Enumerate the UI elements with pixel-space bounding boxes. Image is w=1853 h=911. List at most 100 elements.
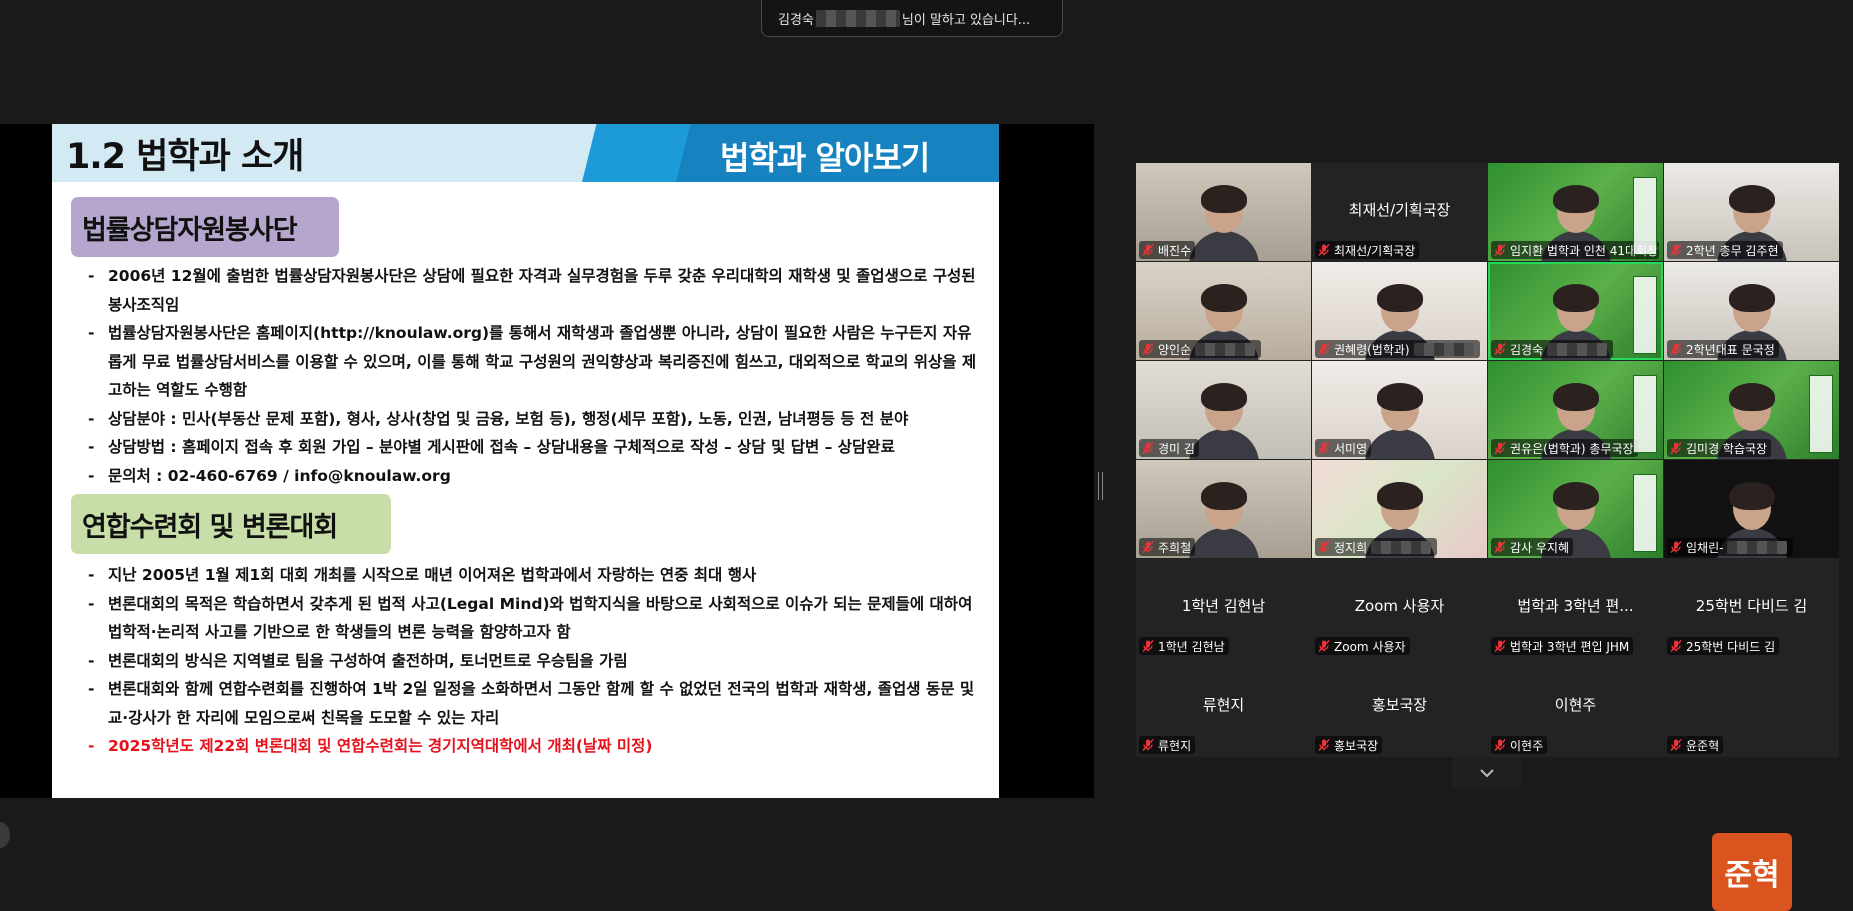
redacted-name-mask — [1413, 342, 1474, 356]
participant-name: 홍보국장 — [1334, 738, 1379, 753]
participant-tile[interactable]: 류현지 류현지 — [1136, 658, 1311, 756]
participant-tile[interactable]: 임지환 법학과 인천 41대회장 — [1488, 163, 1663, 261]
participant-name-label: 감사 우지혜 — [1491, 538, 1574, 556]
gallery-scroll-down-button[interactable] — [1452, 757, 1522, 789]
participant-tile[interactable]: 2학년대표 문국정 — [1664, 262, 1839, 360]
participant-tile[interactable]: 이현주 이현주 — [1488, 658, 1663, 756]
participant-display-name: 이현주 — [1554, 696, 1597, 714]
redacted-name-mask — [1195, 342, 1256, 356]
muted-mic-icon — [1494, 243, 1506, 257]
participant-name: 김미경 학습국장 — [1686, 441, 1768, 456]
participant-name-label: 양인순 — [1139, 340, 1262, 358]
participant-video-figure — [1361, 383, 1439, 459]
participant-name: 윤준혁 — [1686, 738, 1720, 753]
participant-tile[interactable]: 권혜령(법학과) — [1312, 262, 1487, 360]
participant-tile[interactable]: 서미영 — [1312, 361, 1487, 459]
muted-mic-icon — [1670, 441, 1682, 455]
participant-tile[interactable]: 법학과 3학년 편... 법학과 3학년 편입 JHM — [1488, 559, 1663, 657]
participant-name-label: 정지희 — [1315, 538, 1438, 556]
muted-mic-icon — [1318, 639, 1330, 653]
side-toolbar-handle[interactable] — [0, 822, 10, 848]
participant-name: 최재선/기획국장 — [1334, 243, 1416, 258]
participant-tile[interactable]: 김미경 학습국장 — [1664, 361, 1839, 459]
participant-tile[interactable]: 배진수 — [1136, 163, 1311, 261]
participant-name: 정지희 — [1334, 540, 1368, 555]
slide-header-tag: 법학과 알아보기 — [720, 139, 930, 177]
muted-mic-icon — [1494, 342, 1506, 356]
participant-name-label: 권유은(법학과) 총무국장 — [1491, 439, 1638, 457]
participant-tile[interactable]: 경미 김 — [1136, 361, 1311, 459]
participant-name: 2학년 총무 김주현 — [1686, 243, 1779, 258]
muted-mic-icon — [1670, 540, 1682, 554]
muted-mic-icon — [1670, 342, 1682, 356]
muted-mic-icon — [1142, 639, 1154, 653]
redacted-name-mask — [1727, 540, 1788, 554]
slide-header: 1.2 법학과 소개 법학과 알아보기 — [52, 124, 999, 182]
participant-tile[interactable]: 김경숙 — [1488, 262, 1663, 360]
participant-name-label: 이현주 — [1491, 736, 1548, 754]
participant-tile[interactable]: 정지희 — [1312, 460, 1487, 558]
muted-mic-icon — [1670, 639, 1682, 653]
muted-mic-icon — [1142, 243, 1154, 257]
muted-mic-icon — [1494, 441, 1506, 455]
participant-display-name: 최재선/기획국장 — [1348, 201, 1451, 219]
participant-tile[interactable]: 임채린- — [1664, 460, 1839, 558]
participant-name-label: Zoom 사용자 — [1315, 637, 1410, 655]
chevron-down-icon — [1480, 769, 1494, 778]
participant-name-label: 임지환 법학과 인천 41대회장 — [1491, 241, 1659, 259]
participant-name: 감사 우지혜 — [1510, 540, 1570, 555]
participant-name-label: 서미영 — [1315, 439, 1372, 457]
participant-tile[interactable]: 양인순 — [1136, 262, 1311, 360]
section2-bullets: - 지난 2005년 1월 제1회 대회 개최를 시작으로 매년 이어져온 법학과… — [88, 561, 978, 761]
participant-name-label: 25학번 다비드 김 — [1667, 637, 1780, 655]
participant-name: 류현지 — [1158, 738, 1192, 753]
participant-name: 임채린- — [1686, 540, 1724, 555]
participant-name: 법학과 3학년 편입 JHM — [1510, 639, 1630, 654]
section1-bullets: -2006년 12월에 출범한 법률상담자원봉사단은 상담에 필요한 자격과 실… — [88, 262, 978, 490]
participant-name: 배진수 — [1158, 243, 1192, 258]
muted-mic-icon — [1318, 243, 1330, 257]
participant-name: 권유은(법학과) 총무국장 — [1510, 441, 1634, 456]
participant-name-label: 임채린- — [1667, 538, 1794, 556]
participant-name-label: 윤준혁 — [1667, 736, 1724, 754]
splitter-handle[interactable] — [1098, 472, 1103, 500]
participant-tile[interactable]: 윤준혁 — [1664, 658, 1839, 756]
bullet-item: - 상담방법 : 홈페이지 접속 후 회원 가입 – 분야별 게시판에 접속 – … — [88, 438, 895, 456]
participant-tile[interactable]: 홍보국장 홍보국장 — [1312, 658, 1487, 756]
participant-name-label: 2학년대표 문국정 — [1667, 340, 1779, 358]
muted-mic-icon — [1142, 441, 1154, 455]
participant-tile[interactable]: 최재선/기획국장 최재선/기획국장 — [1312, 163, 1487, 261]
slide-title: 1.2 법학과 소개 — [66, 137, 304, 177]
participant-name: 서미영 — [1334, 441, 1368, 456]
participant-name-label: 김미경 학습국장 — [1667, 439, 1772, 457]
participant-tile[interactable]: 25학번 다비드 김 25학번 다비드 김 — [1664, 559, 1839, 657]
participant-video-figure — [1185, 185, 1263, 261]
participant-name: 1학년 김현남 — [1158, 639, 1225, 654]
participant-tile[interactable]: Zoom 사용자 Zoom 사용자 — [1312, 559, 1487, 657]
participant-tile[interactable]: 주희철 — [1136, 460, 1311, 558]
participant-display-name: 1학년 김현남 — [1181, 597, 1266, 615]
participant-name-label: 홍보국장 — [1315, 736, 1383, 754]
participant-name-label: 권혜령(법학과) — [1315, 340, 1480, 358]
speaker-name: 김경숙 — [778, 12, 814, 28]
redacted-name-mask — [1547, 342, 1608, 356]
muted-mic-icon — [1318, 441, 1330, 455]
bullet-item: - 지난 2005년 1월 제1회 대회 개최를 시작으로 매년 이어져온 법학과… — [88, 566, 757, 584]
participant-display-name: 25학번 다비드 김 — [1695, 597, 1808, 615]
participant-video-figure — [1185, 482, 1263, 558]
participant-tile[interactable]: 2학년 총무 김주현 — [1664, 163, 1839, 261]
participant-tile[interactable]: 권유은(법학과) 총무국장 — [1488, 361, 1663, 459]
muted-mic-icon — [1318, 540, 1330, 554]
participant-name: 김경숙 — [1510, 342, 1544, 357]
muted-mic-icon — [1142, 342, 1154, 356]
participant-tile[interactable]: 감사 우지혜 — [1488, 460, 1663, 558]
participant-name: 25학번 다비드 김 — [1686, 639, 1776, 654]
participant-name: Zoom 사용자 — [1334, 639, 1406, 654]
speaker-status: 님이 말하고 있습니다... — [901, 12, 1031, 28]
participant-name: 주희철 — [1158, 540, 1192, 555]
participant-tile[interactable]: 1학년 김현남 1학년 김현남 — [1136, 559, 1311, 657]
shared-screen: 1.2 법학과 소개 법학과 알아보기 법률상담자원봉사단 -2006년 12월… — [0, 124, 1094, 798]
muted-mic-icon — [1494, 540, 1506, 554]
participant-name-label: 2학년 총무 김주현 — [1667, 241, 1783, 259]
participant-name: 양인순 — [1158, 342, 1192, 357]
